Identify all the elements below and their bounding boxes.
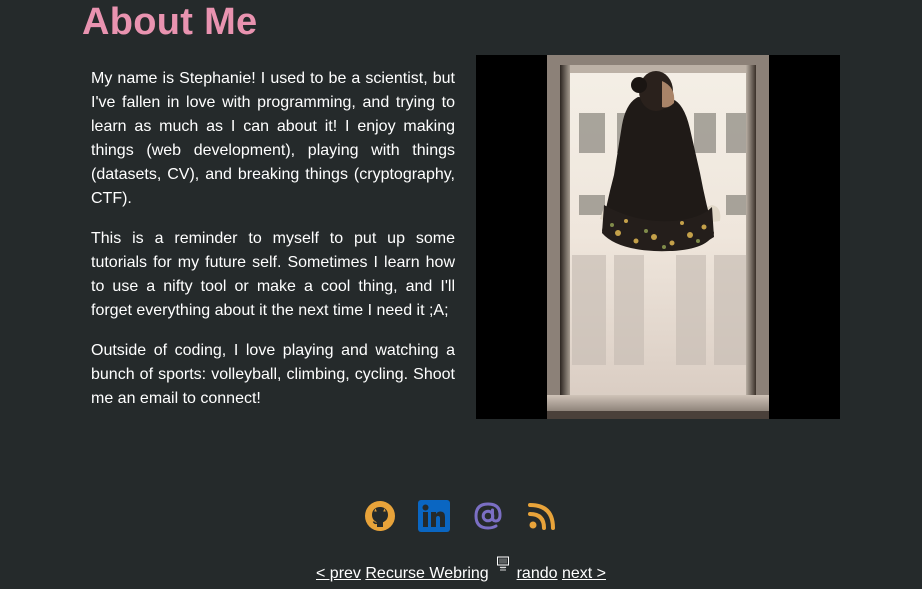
recurse-center-icon: [496, 556, 510, 574]
webring-nav: < prev Recurse Webring rando next >: [0, 556, 922, 586]
bio-paragraph-tutorials: This is a reminder to myself to put up s…: [91, 230, 455, 319]
email-at-icon: [474, 502, 502, 530]
rss-link[interactable]: [526, 500, 558, 532]
webring-random-link[interactable]: rando: [517, 565, 558, 582]
github-link[interactable]: [364, 500, 396, 532]
webring-next-link[interactable]: next >: [562, 565, 606, 582]
bio-paragraph-intro: My name is Stephanie! I used to be a sci…: [91, 70, 455, 207]
rss-icon: [528, 503, 555, 530]
github-icon: [365, 501, 395, 531]
profile-photo: [476, 55, 840, 419]
bio-paragraph-sports: Outside of coding, I love playing and wa…: [91, 342, 455, 407]
linkedin-link[interactable]: [418, 500, 450, 532]
email-link[interactable]: [472, 500, 504, 532]
linkedin-icon: [418, 500, 450, 532]
social-links: [0, 500, 922, 532]
webring-home-link[interactable]: Recurse Webring: [365, 565, 488, 582]
webring-prev-link[interactable]: < prev: [316, 565, 361, 582]
page-title: About Me: [82, 1, 258, 43]
bio-section: My name is Stephanie! I used to be a sci…: [91, 67, 455, 427]
